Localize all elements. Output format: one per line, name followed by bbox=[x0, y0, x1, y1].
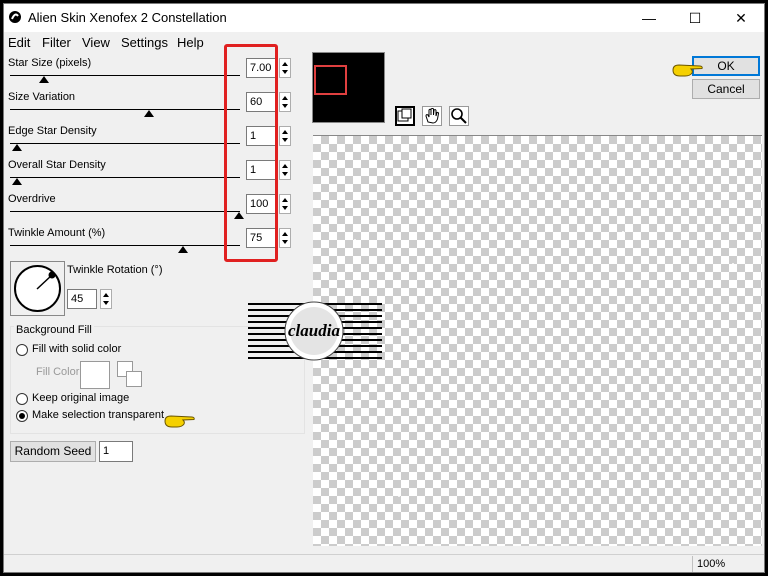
pointing-hand-icon bbox=[164, 415, 195, 428]
random-seed-input[interactable]: 1 bbox=[99, 441, 133, 462]
slider-label: Size Variation bbox=[8, 91, 76, 103]
size-variation-spinner[interactable] bbox=[279, 92, 291, 112]
slider-thumb[interactable] bbox=[12, 178, 23, 185]
navigation-thumbnail[interactable] bbox=[312, 52, 385, 123]
menu-help[interactable]: Help bbox=[177, 35, 204, 50]
close-button[interactable]: ✕ bbox=[718, 4, 764, 32]
slider-label: Star Size (pixels) bbox=[8, 57, 92, 69]
swatch-back-icon[interactable] bbox=[126, 371, 142, 387]
slider-track[interactable] bbox=[10, 211, 240, 212]
slider-thumb[interactable] bbox=[12, 144, 23, 151]
watermark-logo: claudia bbox=[248, 301, 382, 361]
edge-star-density-spinner[interactable] bbox=[279, 126, 291, 146]
twinkle-rotation-label: Twinkle Rotation (°) bbox=[67, 264, 163, 276]
slider-track[interactable] bbox=[10, 109, 240, 110]
app-icon bbox=[9, 11, 21, 23]
slider-track[interactable] bbox=[10, 245, 240, 246]
fill-solid-color-label[interactable]: Fill with solid color bbox=[32, 343, 121, 355]
svg-text:claudia: claudia bbox=[288, 321, 340, 340]
dialog-window: Alien Skin Xenofex 2 Constellation — ☐ ✕… bbox=[3, 3, 765, 573]
hand-icon[interactable] bbox=[422, 106, 442, 126]
rotation-dial-frame bbox=[10, 261, 65, 316]
fill-color-label: Fill Color bbox=[36, 366, 80, 378]
cancel-button[interactable]: Cancel bbox=[692, 79, 760, 99]
menu-edit[interactable]: Edit bbox=[8, 35, 30, 50]
minimize-button[interactable]: — bbox=[626, 4, 672, 32]
make-transparent-radio[interactable] bbox=[16, 410, 28, 422]
slider-label: Overall Star Density bbox=[8, 159, 106, 171]
menu-filter[interactable]: Filter bbox=[42, 35, 71, 50]
thumbnail-view-rect[interactable] bbox=[314, 65, 347, 95]
zoom-preview-icon[interactable] bbox=[395, 106, 415, 126]
overall-star-density-spinner[interactable] bbox=[279, 160, 291, 180]
status-separator bbox=[692, 556, 693, 572]
title-bar: Alien Skin Xenofex 2 Constellation — ☐ ✕ bbox=[4, 4, 764, 32]
slider-label: Twinkle Amount (%) bbox=[8, 227, 106, 239]
slider-track[interactable] bbox=[10, 177, 240, 178]
magnifier-icon[interactable] bbox=[449, 106, 469, 126]
highlight-annotation-box bbox=[224, 44, 278, 262]
maximize-button[interactable]: ☐ bbox=[672, 4, 718, 32]
slider-thumb[interactable] bbox=[144, 110, 155, 117]
keep-original-label[interactable]: Keep original image bbox=[32, 392, 129, 404]
pointing-hand-icon bbox=[672, 64, 703, 77]
slider-track[interactable] bbox=[10, 143, 240, 144]
keep-original-radio[interactable] bbox=[16, 393, 28, 405]
rotation-dial[interactable] bbox=[14, 265, 61, 312]
slider-thumb[interactable] bbox=[178, 246, 188, 253]
fill-color-swatch[interactable] bbox=[80, 361, 110, 389]
fill-solid-color-radio[interactable] bbox=[16, 344, 28, 356]
twinkle-amount-spinner[interactable] bbox=[279, 228, 291, 248]
dial-pointer-icon bbox=[36, 271, 56, 290]
menu-settings[interactable]: Settings bbox=[121, 35, 168, 50]
background-fill-label: Background Fill bbox=[14, 324, 94, 336]
menu-view[interactable]: View bbox=[82, 35, 110, 50]
slider-label: Edge Star Density bbox=[8, 125, 97, 137]
status-bar: 100% bbox=[4, 554, 764, 572]
menu-bar: Edit Filter View Settings Help bbox=[4, 32, 764, 52]
twinkle-rotation-input[interactable]: 45 bbox=[67, 289, 97, 309]
twinkle-rotation-spinner[interactable] bbox=[100, 289, 112, 309]
window-title: Alien Skin Xenofex 2 Constellation bbox=[28, 10, 227, 25]
zoom-level: 100% bbox=[697, 558, 726, 570]
overdrive-spinner[interactable] bbox=[279, 194, 291, 214]
make-transparent-label[interactable]: Make selection transparent bbox=[32, 409, 164, 421]
star-size-spinner[interactable] bbox=[279, 58, 291, 78]
random-seed-button[interactable]: Random Seed bbox=[10, 441, 96, 462]
slider-thumb[interactable] bbox=[39, 76, 50, 83]
slider-label: Overdrive bbox=[8, 193, 56, 205]
